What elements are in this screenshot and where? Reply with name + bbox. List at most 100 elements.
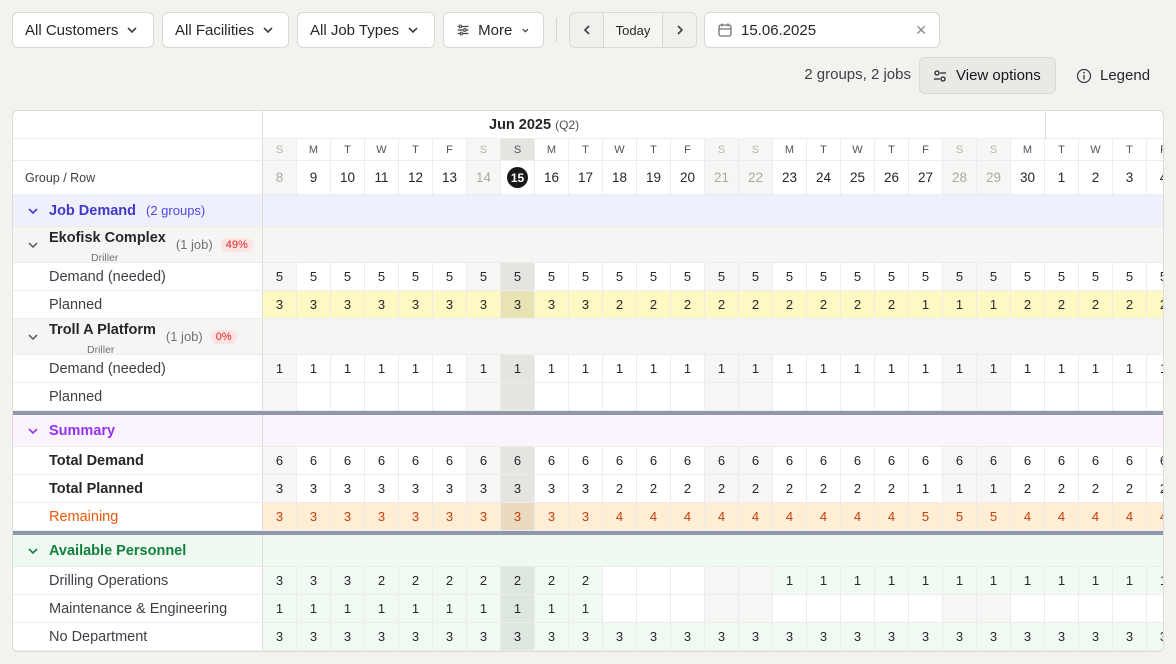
date-cell: 8	[263, 161, 297, 194]
value-cell: 2	[705, 475, 739, 502]
chevron-down-icon[interactable]	[27, 239, 39, 251]
value-cell	[1079, 595, 1113, 622]
value-cell: 4	[773, 503, 807, 530]
more-filters-button[interactable]: More	[443, 12, 544, 48]
value-cell: 1	[501, 355, 535, 382]
row-label: No Department	[13, 623, 263, 650]
value-cell: 6	[263, 447, 297, 474]
value-cell: 1	[909, 355, 943, 382]
today-button[interactable]: Today	[603, 13, 663, 47]
value-cell: 6	[807, 447, 841, 474]
group-header-summary[interactable]: Summary	[13, 415, 1163, 447]
row-label: Remaining	[13, 503, 263, 530]
remaining-row: Remaining 333333333344444444455544444	[13, 503, 1163, 531]
value-cell: 5	[501, 263, 535, 290]
value-cell: 6	[1045, 447, 1079, 474]
row-label: Planned	[13, 291, 263, 318]
value-cell: 3	[331, 567, 365, 594]
value-cell: 5	[297, 263, 331, 290]
value-cell	[705, 383, 739, 410]
value-cell: 2	[875, 291, 909, 318]
value-cell: 1	[365, 595, 399, 622]
value-cell: 3	[365, 291, 399, 318]
value-cell	[773, 383, 807, 410]
day-number-row: Group / Row 8 9 10 11 12 13 14 15 16 17 18 19 20 21 22…	[13, 161, 1163, 195]
chevron-down-icon[interactable]	[27, 205, 39, 217]
value-cell: 3	[331, 503, 365, 530]
value-cell: 3	[501, 503, 535, 530]
subgroup-troll[interactable]: Troll A Platform (1 job) 0% Driller	[13, 319, 1163, 356]
date-cell: 20	[671, 161, 705, 194]
date-cell: 11	[365, 161, 399, 194]
value-cell: 4	[1045, 503, 1079, 530]
subgroup-ekofisk[interactable]: Ekofisk Complex (1 job) 49% Driller	[13, 227, 1163, 264]
date-cell: 10	[331, 161, 365, 194]
value-cell: 3	[365, 475, 399, 502]
value-cell: 1	[1011, 355, 1045, 382]
value-cell: 1	[501, 595, 535, 622]
info-icon	[1076, 68, 1092, 83]
date-cell: 23	[773, 161, 807, 194]
next-period-button[interactable]	[663, 13, 696, 47]
value-cell: 5	[365, 263, 399, 290]
value-cell: 5	[1113, 263, 1147, 290]
value-cell: 3	[433, 503, 467, 530]
value-cell: 4	[1113, 503, 1147, 530]
value-cell: 5	[841, 263, 875, 290]
weekday-cell: W	[841, 139, 875, 160]
date-cell: 19	[637, 161, 671, 194]
value-cell: 2	[807, 291, 841, 318]
clear-icon[interactable]: ✕	[915, 22, 927, 39]
view-options-button[interactable]: View options	[919, 57, 1056, 94]
value-cell: 3	[365, 503, 399, 530]
row-label: Planned	[13, 383, 263, 410]
group-header-job-demand[interactable]: Job Demand (2 groups)	[13, 195, 1163, 227]
value-cell: 3	[943, 623, 977, 650]
value-cell: 2	[467, 567, 501, 594]
value-cell	[1011, 383, 1045, 410]
value-cell: 5	[773, 263, 807, 290]
calendar-icon	[718, 23, 732, 37]
value-cell: 3	[535, 291, 569, 318]
legend-button[interactable]: Legend	[1066, 57, 1166, 94]
value-cell: 3	[671, 623, 705, 650]
customers-filter[interactable]: All Customers	[12, 12, 154, 48]
value-cell	[569, 383, 603, 410]
date-picker-input[interactable]: 15.06.2025 ✕	[704, 12, 940, 48]
weekday-cell: W	[1079, 139, 1113, 160]
value-cell	[1045, 383, 1079, 410]
job-types-filter[interactable]: All Job Types	[297, 12, 435, 48]
value-cell: 3	[603, 623, 637, 650]
value-cell: 5	[943, 263, 977, 290]
personnel-label-cell: Available Personnel	[13, 535, 263, 566]
date-cell: 17	[569, 161, 603, 194]
value-cell: 3	[467, 623, 501, 650]
group-header-personnel[interactable]: Available Personnel	[13, 535, 1163, 567]
chevron-down-icon[interactable]	[27, 331, 39, 343]
value-cell	[943, 383, 977, 410]
value-cell: 6	[739, 447, 773, 474]
value-cell	[807, 595, 841, 622]
value-cell: 1	[433, 355, 467, 382]
value-cell: 2	[841, 291, 875, 318]
value-cell: 1	[943, 475, 977, 502]
chevron-down-icon[interactable]	[27, 545, 39, 557]
value-cell: 6	[1079, 447, 1113, 474]
value-cell: 4	[1147, 503, 1163, 530]
previous-period-button[interactable]	[570, 13, 603, 47]
value-cell: 1	[535, 595, 569, 622]
value-cell: 3	[433, 623, 467, 650]
value-cell: 6	[603, 447, 637, 474]
value-cell: 4	[841, 503, 875, 530]
value-cell: 1	[263, 355, 297, 382]
chevron-down-icon[interactable]	[27, 425, 39, 437]
date-cell: 27	[909, 161, 943, 194]
date-cell: 21	[705, 161, 739, 194]
date-cell: 12	[399, 161, 433, 194]
value-cell: 3	[433, 475, 467, 502]
facilities-filter[interactable]: All Facilities	[162, 12, 289, 48]
value-cell: 1	[399, 595, 433, 622]
value-cell	[637, 567, 671, 594]
date-cell: 18	[603, 161, 637, 194]
schedule-grid: Jun 2025 (Q2) SMTWTFSSMTWTFSSMTWTFSSMTWT…	[12, 110, 1164, 652]
